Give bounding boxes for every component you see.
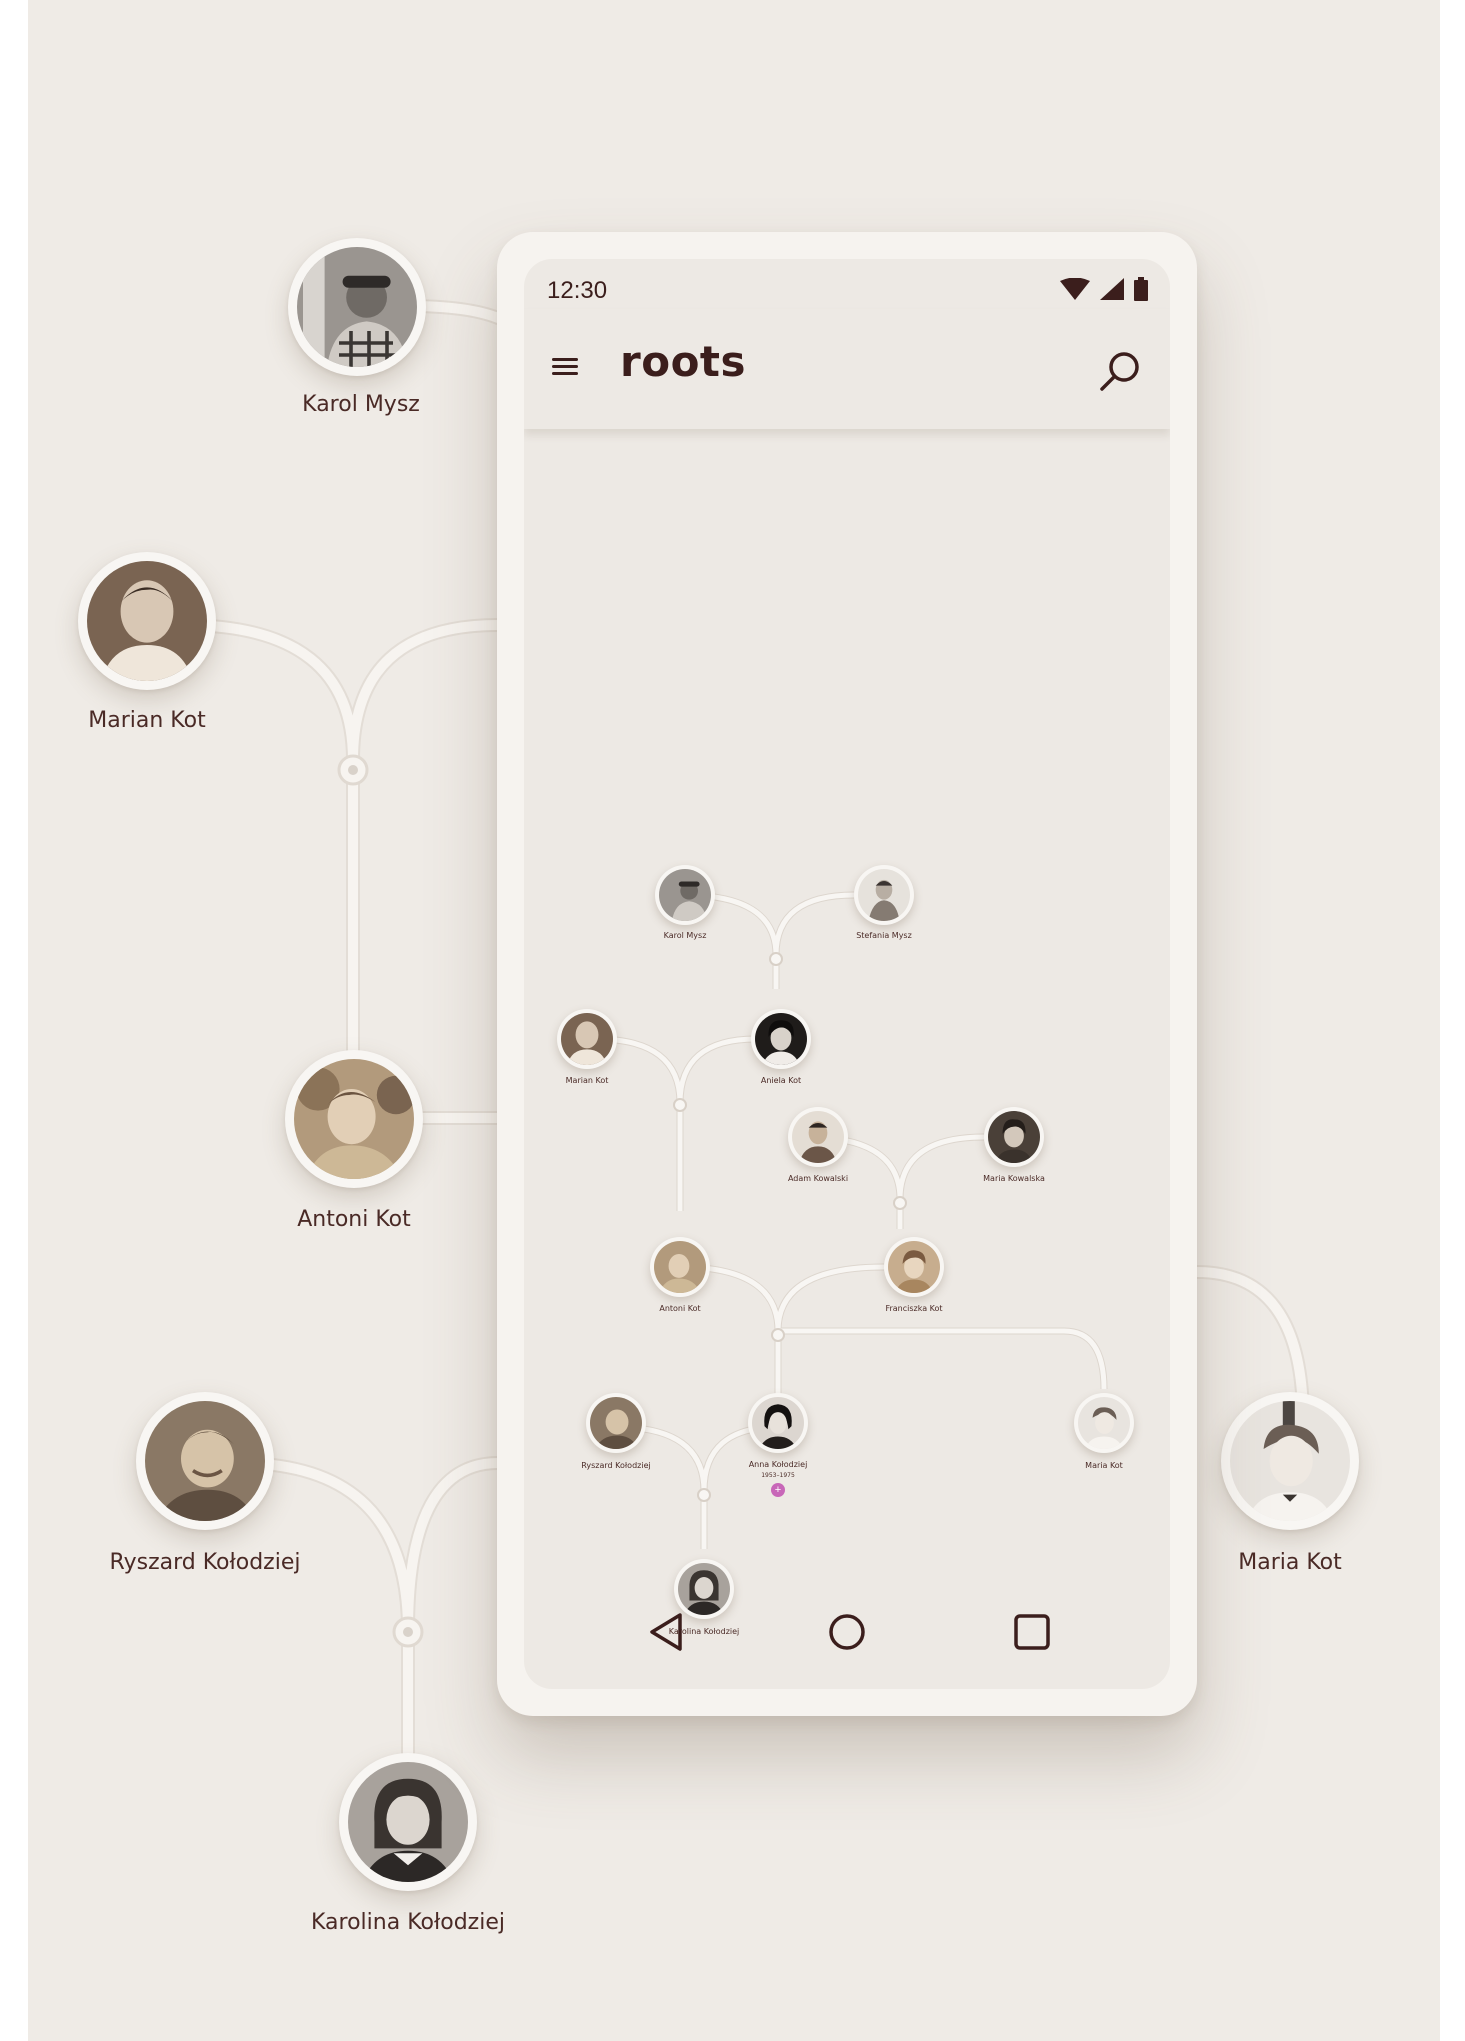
signal-icon	[1100, 278, 1124, 300]
photo-karol-mysz	[297, 247, 417, 367]
avatar-ryszard-kolodziej	[136, 1392, 274, 1530]
phone-screen: 12:30 roots Karol Mysz Stefania Mysz Mar…	[524, 259, 1170, 1689]
name-karol-mysz: Karol Mysz	[302, 392, 420, 417]
tree-years-anna-kolodziej: 1953–1975	[761, 1472, 795, 1479]
tree-node-stefania-mysz[interactable]	[854, 865, 914, 925]
battery-icon	[1134, 277, 1148, 301]
status-icons	[1060, 277, 1148, 301]
tree-name-karol-mysz: Karol Mysz	[663, 931, 707, 940]
add-person-button[interactable]: +	[771, 1483, 785, 1497]
tree-node-maria-kowalska[interactable]	[984, 1107, 1044, 1167]
name-maria-kot: Maria Kot	[1238, 1550, 1342, 1575]
app-bar: roots	[524, 309, 1170, 429]
tree-name-maria-kowalska: Maria Kowalska	[983, 1174, 1045, 1183]
tree-node-maria-kot[interactable]	[1074, 1393, 1134, 1453]
photo-antoni-kot	[294, 1059, 414, 1179]
tree-node-karol-mysz[interactable]	[655, 865, 715, 925]
name-antoni-kot: Antoni Kot	[297, 1207, 411, 1232]
recents-icon[interactable]	[1009, 1609, 1055, 1655]
tree-node-ryszard-kolodziej[interactable]	[586, 1393, 646, 1453]
menu-icon[interactable]	[552, 354, 578, 380]
tree-node-adam-kowalski[interactable]	[788, 1107, 848, 1167]
avatar-marian-kot	[78, 552, 216, 690]
app-title: roots	[620, 337, 746, 386]
home-icon[interactable]	[824, 1609, 870, 1655]
phone-frame: 12:30 roots Karol Mysz Stefania Mysz Mar…	[497, 232, 1197, 1716]
avatar-maria-kot	[1221, 1392, 1359, 1530]
status-bar: 12:30	[524, 259, 1170, 309]
tree-name-stefania-mysz: Stefania Mysz	[856, 931, 912, 940]
tree-name-antoni-kot: Antoni Kot	[659, 1304, 701, 1313]
search-icon[interactable]	[1098, 349, 1142, 393]
avatar-antoni-kot	[285, 1050, 423, 1188]
poster-background: Karol Mysz Marian Kot Antoni Kot Ryszard…	[28, 0, 1440, 2041]
status-time: 12:30	[547, 277, 608, 304]
tree-name-ryszard-kolodziej: Ryszard Kołodziej	[581, 1461, 651, 1470]
family-tree[interactable]	[524, 429, 1170, 1549]
tree-name-maria-kot: Maria Kot	[1085, 1461, 1123, 1470]
tree-name-marian-kot: Marian Kot	[565, 1076, 609, 1085]
tree-connectors	[595, 891, 1108, 1549]
photo-marian-kot	[87, 561, 207, 681]
tree-node-franciszka-kot[interactable]	[884, 1237, 944, 1297]
tree-name-aniela-kot: Aniela Kot	[760, 1076, 802, 1085]
name-ryszard-kolodziej: Ryszard Kołodziej	[109, 1550, 301, 1575]
tree-node-marian-kot[interactable]	[557, 1009, 617, 1069]
avatar-karolina-kolodziej	[339, 1753, 477, 1891]
tree-node-anna-kolodziej[interactable]	[748, 1393, 808, 1453]
navigation-bar	[524, 1579, 1170, 1689]
name-marian-kot: Marian Kot	[88, 708, 206, 733]
photo-karolina-kolodziej	[348, 1762, 468, 1882]
tree-name-adam-kowalski: Adam Kowalski	[787, 1174, 849, 1183]
name-karolina-kolodziej: Karolina Kołodziej	[311, 1910, 505, 1935]
avatar-karol-mysz	[288, 238, 426, 376]
tree-name-franciszka-kot: Franciszka Kot	[885, 1304, 943, 1313]
wifi-icon	[1060, 278, 1090, 300]
photo-ryszard-kolodziej	[145, 1401, 265, 1521]
back-icon[interactable]	[644, 1609, 690, 1655]
tree-node-aniela-kot[interactable]	[751, 1009, 811, 1069]
tree-node-antoni-kot[interactable]	[650, 1237, 710, 1297]
photo-maria-kot	[1230, 1401, 1350, 1521]
tree-name-anna-kolodziej: Anna Kołodziej	[748, 1460, 808, 1469]
